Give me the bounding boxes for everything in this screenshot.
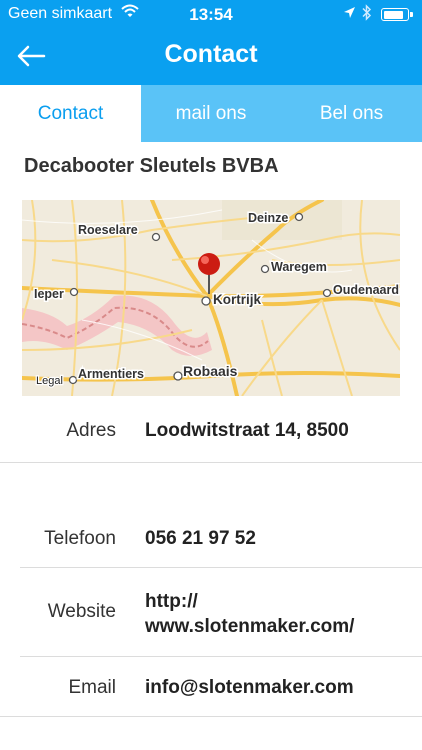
map-legal-link[interactable]: Legal — [35, 374, 64, 389]
address-value[interactable]: Loodwitstraat 14, 8500 — [145, 420, 349, 442]
nav-bar: Contact — [0, 28, 422, 85]
map-label-armentiers: Armentiers — [78, 367, 144, 381]
map-label-roeselare: Roeselare — [78, 223, 138, 237]
page-title: Contact — [164, 40, 258, 68]
address-label: Adres — [66, 420, 116, 441]
tab-bel-ons[interactable]: Bel ons — [281, 85, 422, 142]
divider — [20, 567, 422, 568]
clock: 13:54 — [189, 5, 233, 24]
map-label-ieper: Ieper — [34, 287, 64, 301]
phone-value[interactable]: 056 21 97 52 — [145, 528, 256, 550]
tab-contact[interactable]: Contact — [0, 85, 141, 142]
divider — [20, 656, 422, 657]
location-map[interactable]: Roeselare Deinze Waregem Ieper Kortrijk … — [22, 200, 400, 396]
tab-bar: Contact mail ons Bel ons — [0, 85, 422, 142]
bluetooth-icon — [362, 4, 372, 26]
battery-fill — [383, 10, 404, 19]
map-label-deinze: Deinze — [248, 211, 288, 225]
company-name: Decabooter Sleutels BVBA — [24, 155, 279, 177]
divider — [0, 716, 422, 717]
map-label-waregem: Waregem — [271, 260, 327, 274]
website-line-2: www.slotenmaker.com/ — [145, 616, 355, 637]
website-line-1: http:// — [145, 591, 198, 612]
phone-label: Telefoon — [44, 528, 116, 549]
divider — [0, 462, 422, 463]
map-label-robaais: Robaais — [183, 363, 238, 379]
status-bar: Geen simkaart 13:54 — [0, 0, 422, 28]
tab-mail-ons[interactable]: mail ons — [141, 85, 281, 142]
location-arrow-icon — [343, 6, 356, 24]
website-label: Website — [47, 601, 116, 622]
map-label-oudenaarde: Oudenaard — [333, 283, 399, 297]
email-label: Email — [68, 677, 116, 698]
battery-icon — [381, 8, 413, 21]
email-value[interactable]: info@slotenmaker.com — [145, 677, 354, 699]
top-bar: Geen simkaart 13:54 Contact — [0, 0, 422, 85]
map-label-kortrijk: Kortrijk — [213, 292, 262, 307]
